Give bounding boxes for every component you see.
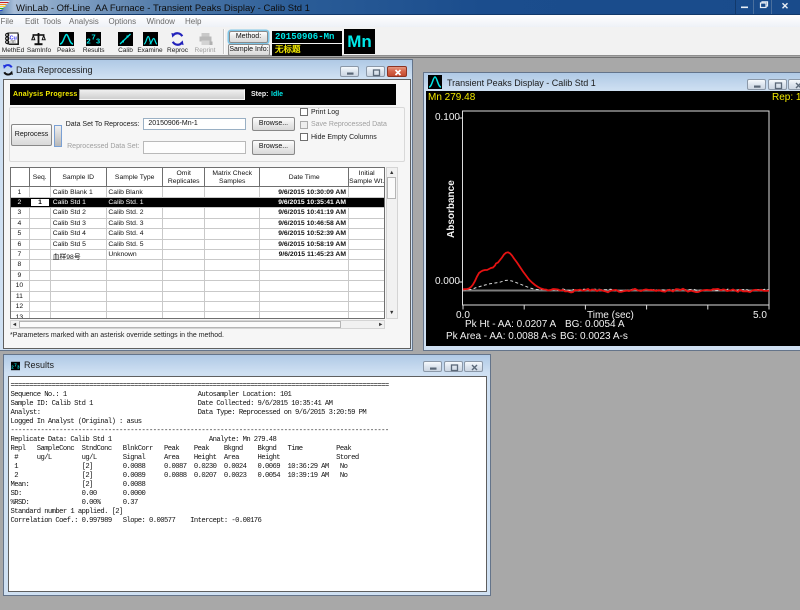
svg-text:2: 2 xyxy=(87,37,91,46)
svg-text:3: 3 xyxy=(96,37,100,46)
